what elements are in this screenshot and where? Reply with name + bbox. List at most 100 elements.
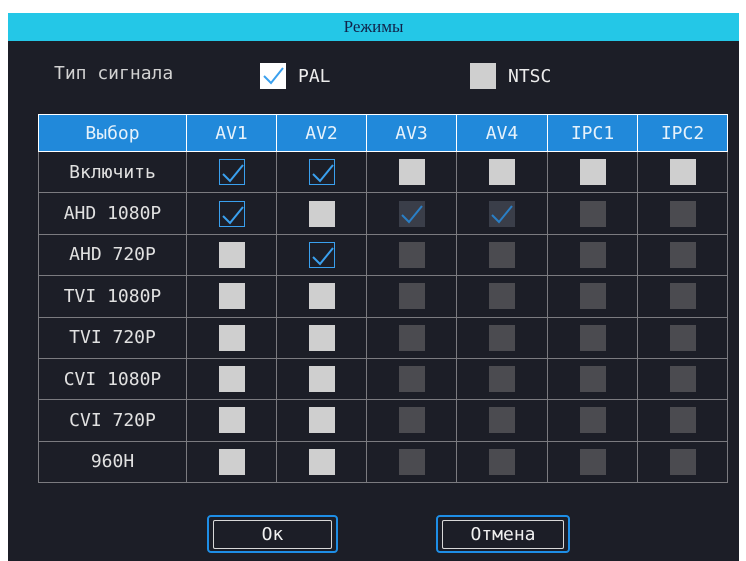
- table-cell: [186, 357, 277, 401]
- mode-checkbox[interactable]: [308, 366, 335, 393]
- mode-checkbox: [398, 241, 425, 268]
- signal-type-row: Тип сигнала PAL NTSC: [8, 61, 739, 91]
- mode-checkbox[interactable]: [308, 200, 335, 227]
- table-cell: [547, 275, 638, 318]
- mode-checkbox: [669, 241, 696, 268]
- table-cell: [276, 399, 367, 442]
- mode-checkbox: [579, 448, 606, 475]
- header-av4: AV4: [456, 114, 548, 152]
- mode-checkbox[interactable]: [308, 324, 335, 351]
- table-cell: [366, 192, 457, 235]
- table-cell: [186, 316, 277, 359]
- modes-dialog: Режимы Тип сигнала PAL NTSC Выбор AV1 AV…: [8, 13, 739, 561]
- row-label: TVI 720P: [38, 316, 187, 359]
- row-label: CVI 720P: [38, 399, 187, 442]
- header-select: Выбор: [38, 114, 187, 152]
- mode-checkbox: [489, 366, 515, 393]
- table-row: TVI 1080P: [38, 275, 728, 318]
- table-cell: [366, 233, 457, 277]
- table-cell: [276, 233, 367, 277]
- mode-checkbox[interactable]: [218, 324, 245, 351]
- row-label: AHD 1080P: [38, 192, 187, 235]
- mode-checkbox[interactable]: [489, 159, 515, 186]
- mode-checkbox: [579, 366, 606, 393]
- ntsc-label: NTSC: [508, 65, 552, 87]
- table-cell: [637, 233, 728, 277]
- ok-button-label: Ок: [213, 519, 332, 549]
- mode-checkbox[interactable]: [218, 159, 245, 186]
- table-cell: [547, 440, 638, 484]
- mode-checkbox: [579, 283, 606, 310]
- mode-checkbox[interactable]: [218, 283, 245, 310]
- mode-checkbox[interactable]: [398, 159, 425, 186]
- table-cell: [366, 399, 457, 442]
- table-cell: [456, 150, 548, 194]
- header-ipc1: IPC1: [547, 114, 638, 152]
- table-row: Включить: [38, 150, 728, 194]
- ok-button[interactable]: Ок: [207, 515, 338, 553]
- mode-checkbox[interactable]: [218, 448, 245, 475]
- modes-table: Выбор AV1 AV2 AV3 AV4 IPC1 IPC2 Включить…: [38, 114, 728, 484]
- table-cell: [547, 192, 638, 235]
- signal-type-label: Тип сигнала: [54, 63, 174, 84]
- mode-checkbox: [669, 366, 696, 393]
- table-cell: [456, 192, 548, 235]
- table-cell: [276, 192, 367, 235]
- mode-checkbox[interactable]: [218, 407, 245, 434]
- mode-checkbox: [398, 283, 425, 310]
- mode-checkbox: [669, 448, 696, 475]
- table-cell: [186, 440, 277, 484]
- mode-checkbox[interactable]: [308, 448, 335, 475]
- mode-checkbox[interactable]: [218, 200, 245, 227]
- checkmark-icon: [400, 204, 423, 224]
- table-cell: [276, 316, 367, 359]
- table-cell: [637, 399, 728, 442]
- mode-checkbox[interactable]: [218, 366, 245, 393]
- mode-checkbox: [398, 366, 425, 393]
- mode-checkbox: [489, 324, 515, 351]
- cancel-button[interactable]: Отмена: [436, 515, 570, 553]
- mode-checkbox[interactable]: [308, 241, 335, 268]
- table-cell: [186, 192, 277, 235]
- mode-checkbox[interactable]: [218, 241, 245, 268]
- table-cell: [366, 150, 457, 194]
- mode-checkbox[interactable]: [308, 407, 335, 434]
- cancel-button-label: Отмена: [442, 519, 564, 549]
- mode-checkbox[interactable]: [308, 159, 335, 186]
- table-cell: [637, 150, 728, 194]
- mode-checkbox: [398, 448, 425, 475]
- table-cell: [186, 233, 277, 277]
- ntsc-checkbox[interactable]: [470, 63, 496, 89]
- table-cell: [186, 399, 277, 442]
- table-cell: [366, 357, 457, 401]
- row-label: Включить: [38, 150, 187, 194]
- table-cell: [186, 150, 277, 194]
- mode-checkbox: [489, 283, 515, 310]
- dialog-title: Режимы: [8, 13, 739, 41]
- mode-checkbox: [579, 200, 606, 227]
- row-label: CVI 1080P: [38, 357, 187, 401]
- table-header-row: Выбор AV1 AV2 AV3 AV4 IPC1 IPC2: [38, 114, 728, 152]
- table-row: TVI 720P: [38, 316, 728, 359]
- mode-checkbox: [489, 407, 515, 434]
- pal-checkbox[interactable]: [260, 63, 286, 89]
- table-row: 960H: [38, 440, 728, 484]
- mode-checkbox: [669, 324, 696, 351]
- mode-checkbox: [398, 200, 425, 227]
- signal-option-pal[interactable]: PAL: [260, 61, 331, 91]
- table-cell: [637, 357, 728, 401]
- checkmark-icon: [263, 67, 284, 85]
- mode-checkbox[interactable]: [669, 159, 696, 186]
- header-av3: AV3: [366, 114, 457, 152]
- signal-option-ntsc[interactable]: NTSC: [470, 61, 551, 91]
- table-cell: [366, 440, 457, 484]
- table-cell: [456, 316, 548, 359]
- table-cell: [547, 233, 638, 277]
- mode-checkbox: [398, 407, 425, 434]
- mode-checkbox: [579, 407, 606, 434]
- mode-checkbox[interactable]: [308, 283, 335, 310]
- checkmark-icon: [311, 164, 334, 183]
- mode-checkbox[interactable]: [579, 159, 606, 186]
- table-cell: [637, 440, 728, 484]
- table-cell: [186, 275, 277, 318]
